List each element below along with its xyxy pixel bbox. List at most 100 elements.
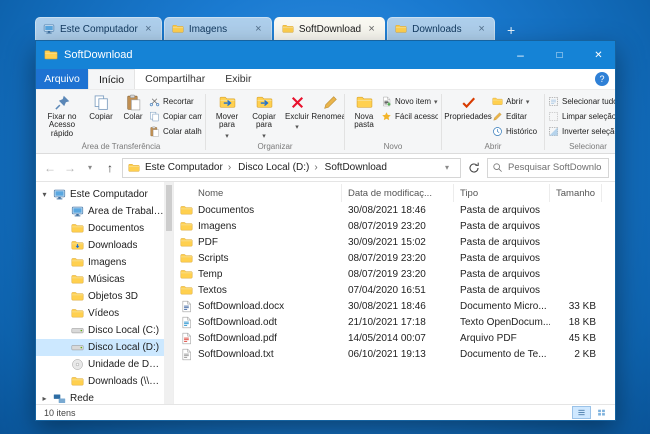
desktop-background: Este Computador Imagens SoftDownload Dow… (0, 0, 650, 434)
file-row[interactable]: SoftDownload.odt 21/10/2021 17:18 Texto … (174, 314, 615, 330)
file-row[interactable]: Textos 07/04/2020 16:51 Pasta de arquivo… (174, 282, 615, 298)
history-button[interactable]: Histórico (492, 124, 537, 138)
file-date: 30/08/2021 18:46 (348, 300, 426, 312)
search-input[interactable] (506, 161, 604, 174)
view-buttons (572, 406, 611, 419)
address-box[interactable]: Este ComputadorDisco Local (D:)SoftDownl… (122, 157, 461, 178)
network-folder-icon (71, 375, 84, 388)
sidebar-item[interactable]: Documentos (36, 220, 164, 237)
file-row[interactable]: SoftDownload.docx 30/08/2021 18:46 Docum… (174, 298, 615, 314)
back-button[interactable] (42, 160, 58, 176)
sidebar-item[interactable]: Músicas (36, 271, 164, 288)
ribbon-tab-view[interactable]: Exibir (215, 69, 261, 89)
rename-button[interactable]: Renomear (311, 93, 344, 122)
folder-icon (180, 268, 193, 281)
explorer-tab[interactable]: SoftDownload (273, 17, 386, 40)
help-icon[interactable] (595, 72, 609, 86)
breadcrumb-item[interactable]: Disco Local (D:) (237, 162, 323, 173)
address-dropdown-caret-icon[interactable] (439, 160, 455, 176)
details-view-button[interactable] (572, 406, 591, 419)
file-row[interactable]: PDF 30/09/2021 15:02 Pasta de arquivos (174, 234, 615, 250)
forward-button[interactable] (62, 160, 78, 176)
tab-close-icon[interactable] (253, 24, 264, 35)
file-name: SoftDownload.docx (198, 300, 285, 312)
close-button[interactable] (582, 41, 615, 69)
sidebar-item[interactable]: Downloads (36, 237, 164, 254)
sidebar-item-label: Downloads (88, 240, 138, 251)
file-name: SoftDownload.pdf (198, 332, 277, 344)
clear-selection-button[interactable]: Limpar seleção (548, 109, 615, 123)
expander-icon[interactable]: ▾ (40, 190, 49, 199)
refresh-button[interactable] (465, 159, 483, 177)
delete-button[interactable]: Excluir (283, 93, 311, 133)
sidebar-item[interactable]: Disco Local (D:) (36, 339, 164, 356)
title-bar[interactable]: SoftDownload (36, 41, 615, 69)
explorer-tab[interactable]: Este Computador (35, 17, 162, 40)
open-button[interactable]: Abrir (492, 94, 537, 108)
paste-shortcut-button[interactable]: Colar atalho (149, 124, 202, 138)
new-folder-button[interactable]: Nova pasta (348, 93, 380, 131)
sidebar-item[interactable]: Objetos 3D (36, 288, 164, 305)
copy-path-button[interactable]: Copiar caminho (149, 109, 202, 123)
tab-close-icon[interactable] (143, 24, 154, 35)
up-button[interactable] (102, 160, 118, 176)
scrollbar-thumb[interactable] (165, 185, 172, 231)
column-header[interactable]: Tipo (454, 184, 550, 202)
search-box[interactable] (487, 157, 609, 178)
sidebar-item[interactable]: ▾ Este Computador (36, 186, 164, 203)
tab-close-icon[interactable] (476, 24, 487, 35)
sidebar-item[interactable]: Área de Trabalho (36, 203, 164, 220)
easy-access-button[interactable]: Fácil acesso (381, 109, 438, 123)
column-header[interactable]: Data de modificaç... (342, 184, 454, 202)
edit-button[interactable]: Editar (492, 109, 537, 123)
folder-icon (180, 204, 193, 217)
folder-icon (395, 23, 407, 35)
sidebar-item[interactable]: ▸ Rede (36, 390, 164, 404)
new-group-label: Novo (383, 142, 403, 151)
sidebar-item[interactable]: Downloads (\\192.168... (36, 373, 164, 390)
file-row[interactable]: Imagens 08/07/2019 23:20 Pasta de arquiv… (174, 218, 615, 234)
select-all-button[interactable]: Selecionar tudo (548, 94, 615, 108)
file-row[interactable]: SoftDownload.pdf 14/05/2014 00:07 Arquiv… (174, 330, 615, 346)
explorer-tab[interactable]: Downloads (387, 17, 496, 40)
file-date: 08/07/2019 23:20 (348, 268, 426, 280)
sidebar-scrollbar[interactable] (164, 182, 173, 404)
new-tab-button[interactable] (500, 20, 522, 40)
move-to-button[interactable]: Mover para (209, 93, 245, 141)
column-header[interactable]: Nome (174, 184, 342, 202)
file-row[interactable]: SoftDownload.txt 06/10/2021 19:13 Docume… (174, 346, 615, 362)
column-header[interactable]: Tamanho (550, 184, 602, 202)
paste-button[interactable]: Colar (118, 93, 148, 122)
sidebar-item[interactable]: Unidade de DVD (E:) D... (36, 356, 164, 373)
cut-button[interactable]: Recortar (149, 94, 202, 108)
file-row[interactable]: Documentos 30/08/2021 18:46 Pasta de arq… (174, 202, 615, 218)
maximize-button[interactable] (543, 41, 576, 69)
ribbon-tab-home[interactable]: Início (88, 69, 136, 89)
copy-button[interactable]: Copiar (85, 93, 117, 122)
explorer-tab[interactable]: Imagens (163, 17, 272, 40)
recent-locations-caret-icon[interactable] (82, 160, 98, 176)
edit-icon (492, 111, 503, 122)
ribbon: Fixar no Acesso rápido Copiar Colar Reco… (36, 90, 615, 154)
breadcrumb-item[interactable]: Este Computador (144, 162, 237, 173)
properties-button[interactable]: Propriedades (444, 93, 492, 122)
expander-icon[interactable]: ▸ (40, 394, 49, 403)
breadcrumb-item[interactable]: SoftDownload (324, 162, 388, 173)
file-row[interactable]: Scripts 08/07/2019 23:20 Pasta de arquiv… (174, 250, 615, 266)
file-row[interactable]: Temp 08/07/2019 23:20 Pasta de arquivos (174, 266, 615, 282)
copy-to-button[interactable]: Copiar para (246, 93, 282, 141)
pin-to-quick-access-button[interactable]: Fixar no Acesso rápido (40, 93, 84, 139)
sidebar-item[interactable]: Disco Local (C:) (36, 322, 164, 339)
doc-pdf-icon (180, 332, 193, 345)
dropdown-caret-icon (262, 132, 266, 140)
minimize-button[interactable] (504, 41, 537, 69)
new-item-button[interactable]: Novo item (381, 94, 438, 108)
ribbon-tab-share[interactable]: Compartilhar (135, 69, 215, 89)
tab-close-icon[interactable] (366, 24, 377, 35)
sidebar-item[interactable]: Vídeos (36, 305, 164, 322)
sidebar-item[interactable]: Imagens (36, 254, 164, 271)
thumbnails-view-button[interactable] (592, 406, 611, 419)
sidebar-item-label: Documentos (88, 223, 145, 234)
ribbon-tab-file[interactable]: Arquivo (36, 69, 88, 89)
invert-selection-button[interactable]: Inverter seleção (548, 124, 615, 138)
